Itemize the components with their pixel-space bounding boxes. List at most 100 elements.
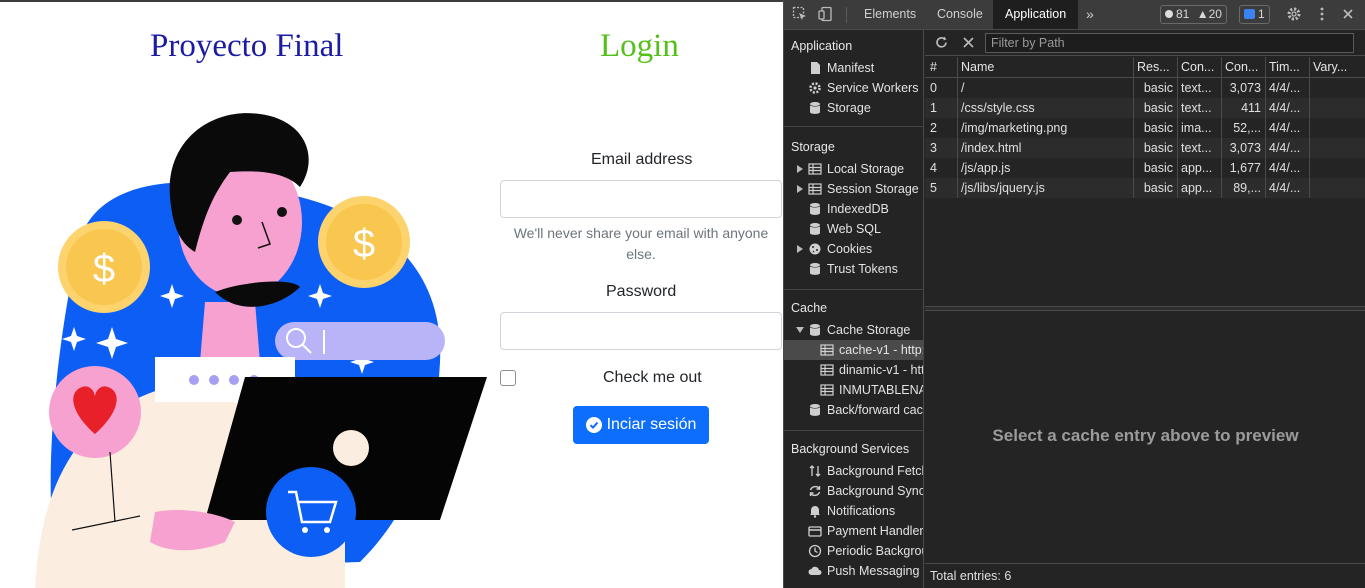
more-tabs-button[interactable]: »: [1086, 0, 1094, 29]
gear-icon: [809, 82, 821, 94]
gear-icon[interactable]: [1286, 6, 1302, 22]
column-header[interactable]: Con...: [1177, 57, 1221, 77]
issues-counter[interactable]: 81 ▲20: [1160, 5, 1227, 24]
more-options-icon[interactable]: [1314, 6, 1330, 22]
sidebar-item-service-workers[interactable]: Service Workers: [784, 78, 923, 98]
login-title: Login: [600, 28, 679, 64]
tab-elements[interactable]: Elements: [864, 0, 916, 29]
chevron-right-icon[interactable]: [796, 165, 804, 173]
cache-storage-pane: # Name Res... Con... Con... Tim... Vary.…: [925, 30, 1365, 588]
sidebar-item-background-fetch[interactable]: Background Fetch: [784, 461, 923, 481]
sidebar-item-back-forward-cache[interactable]: Back/forward cache: [784, 400, 923, 420]
table-cell: 4/4/...: [1269, 121, 1301, 135]
table-row[interactable]: 2/img/marketing.png basic ima... 52,... 4/4/…: [925, 118, 1365, 138]
sidebar-item-cookies[interactable]: Cookies: [784, 239, 923, 259]
sidebar-item-label: Back/forward cache: [827, 403, 923, 417]
preview-placeholder: Select a cache entry above to preview: [992, 426, 1299, 445]
column-header[interactable]: #: [926, 57, 957, 77]
column-header[interactable]: Tim...: [1265, 57, 1309, 77]
refresh-icon[interactable]: [934, 35, 949, 50]
table-row[interactable]: 4/js/app.js basic app... 1,677 4/4/...: [925, 158, 1365, 178]
check-circle-icon: [585, 417, 602, 433]
toolbar-divider: [846, 7, 847, 23]
sidebar-item-dinamic-v1[interactable]: dinamic-v1 - http://127.0.0.1:8080: [784, 360, 923, 380]
column-header[interactable]: Res...: [1133, 57, 1177, 77]
column-divider: [1177, 57, 1178, 198]
table-cell: 0: [930, 81, 937, 95]
table-cell: 4/4/...: [1269, 181, 1301, 195]
table-cell: /img/marketing.png: [961, 121, 1068, 135]
sidebar-item-push-messaging[interactable]: Push Messaging: [784, 561, 923, 581]
sidebar-item-local-storage[interactable]: Local Storage: [784, 159, 923, 179]
column-header[interactable]: Name: [957, 57, 1136, 77]
column-divider: [1133, 57, 1134, 198]
chevron-down-icon[interactable]: [796, 326, 804, 334]
sidebar-item-inmutable[interactable]: INMUTABLENAME: [784, 380, 923, 400]
sidebar-item-label: Service Workers: [827, 81, 919, 95]
sidebar-item-web-sql[interactable]: Web SQL: [784, 219, 923, 239]
column-header[interactable]: Con...: [1221, 57, 1265, 77]
table-cell: 4/4/...: [1269, 161, 1301, 175]
sidebar-item-label: INMUTABLENAME: [839, 383, 923, 397]
sidebar-item-background-sync[interactable]: Background Sync: [784, 481, 923, 501]
sidebar-item-label: dinamic-v1 - http://127.0.0.1:8080: [839, 363, 923, 377]
table-row[interactable]: 0 / basic text... 3,073 4/4/...: [925, 78, 1365, 98]
sidebar-item-periodic-background-sync[interactable]: Periodic Background Sync: [784, 541, 923, 561]
sidebar-item-trust-tokens[interactable]: Trust Tokens: [784, 259, 923, 279]
close-icon[interactable]: [1340, 6, 1356, 22]
grid-icon: [820, 344, 834, 356]
table-row[interactable]: 3/index.html basic text... 3,073 4/4/...: [925, 138, 1365, 158]
chevron-right-icon[interactable]: [796, 185, 804, 193]
sidebar-item-label: Cache Storage: [827, 323, 911, 337]
sidebar-item-manifest[interactable]: Manifest: [784, 58, 923, 78]
table-cell: /js/libs/jquery.js: [961, 181, 1045, 195]
sidebar-item-payment-handler[interactable]: Payment Handler: [784, 521, 924, 541]
table-cell: 1: [930, 101, 937, 115]
preview-splitter[interactable]: [925, 306, 1365, 311]
messages-counter[interactable]: 1: [1239, 5, 1270, 24]
sidebar-item-cache-storage[interactable]: Cache Storage: [784, 320, 923, 340]
column-header[interactable]: Vary...: [1309, 57, 1365, 77]
sidebar-divider: [784, 126, 923, 127]
login-button[interactable]: Inciar sesión: [573, 406, 709, 444]
column-divider: [1221, 57, 1222, 198]
devtools-panel: Elements Console Application » 81 ▲20 1 …: [783, 0, 1365, 588]
grid-icon: [820, 384, 834, 396]
arrows-icon: [809, 465, 821, 477]
table-cell: 5: [930, 181, 937, 195]
grid-icon: [820, 364, 834, 376]
filter-by-path-input[interactable]: [985, 33, 1354, 53]
email-field[interactable]: [500, 180, 782, 218]
tab-application[interactable]: Application: [993, 0, 1079, 29]
column-divider: [1265, 57, 1266, 198]
chevron-right-icon[interactable]: [796, 245, 804, 253]
table-row[interactable]: 1/css/style.css basic text... 411 4/4/...: [925, 98, 1365, 118]
inspect-element-icon[interactable]: [792, 6, 808, 22]
table-cell: 4/4/...: [1269, 141, 1301, 155]
clock-icon: [808, 544, 822, 558]
sidebar-item-storage[interactable]: Storage: [784, 98, 923, 118]
password-field[interactable]: [500, 312, 782, 350]
tab-console[interactable]: Console: [937, 0, 983, 29]
email-label: Email address: [591, 151, 693, 168]
device-toolbar-icon[interactable]: [818, 6, 834, 22]
check-me-out-checkbox[interactable]: [500, 370, 516, 386]
database-icon: [810, 102, 820, 114]
section-application: Application: [791, 39, 853, 53]
database-icon: [810, 263, 820, 275]
sidebar-item-indexeddb[interactable]: IndexedDB: [784, 199, 923, 219]
sidebar-item-notifications[interactable]: Notifications: [784, 501, 923, 521]
sidebar-item-session-storage[interactable]: Session Storage: [784, 179, 923, 199]
table-cell: basic: [1143, 101, 1173, 115]
table-row[interactable]: 5/js/libs/jquery.js basic app... 89,... 4/4/…: [925, 178, 1365, 198]
clear-icon[interactable]: [961, 35, 976, 50]
sidebar-item-cache-v1[interactable]: cache-v1 - http://127.0.0.1:8080: [784, 340, 923, 360]
table-cell: basic: [1143, 181, 1173, 195]
column-divider: [957, 57, 958, 198]
sidebar-item-label: IndexedDB: [827, 202, 889, 216]
sidebar-item-label: Notifications: [827, 504, 896, 518]
cloud-icon: [808, 566, 822, 575]
table-cell: basic: [1143, 141, 1173, 155]
cache-toolbar: [925, 30, 1365, 56]
sidebar-item-label: Payment Handler: [827, 524, 924, 538]
